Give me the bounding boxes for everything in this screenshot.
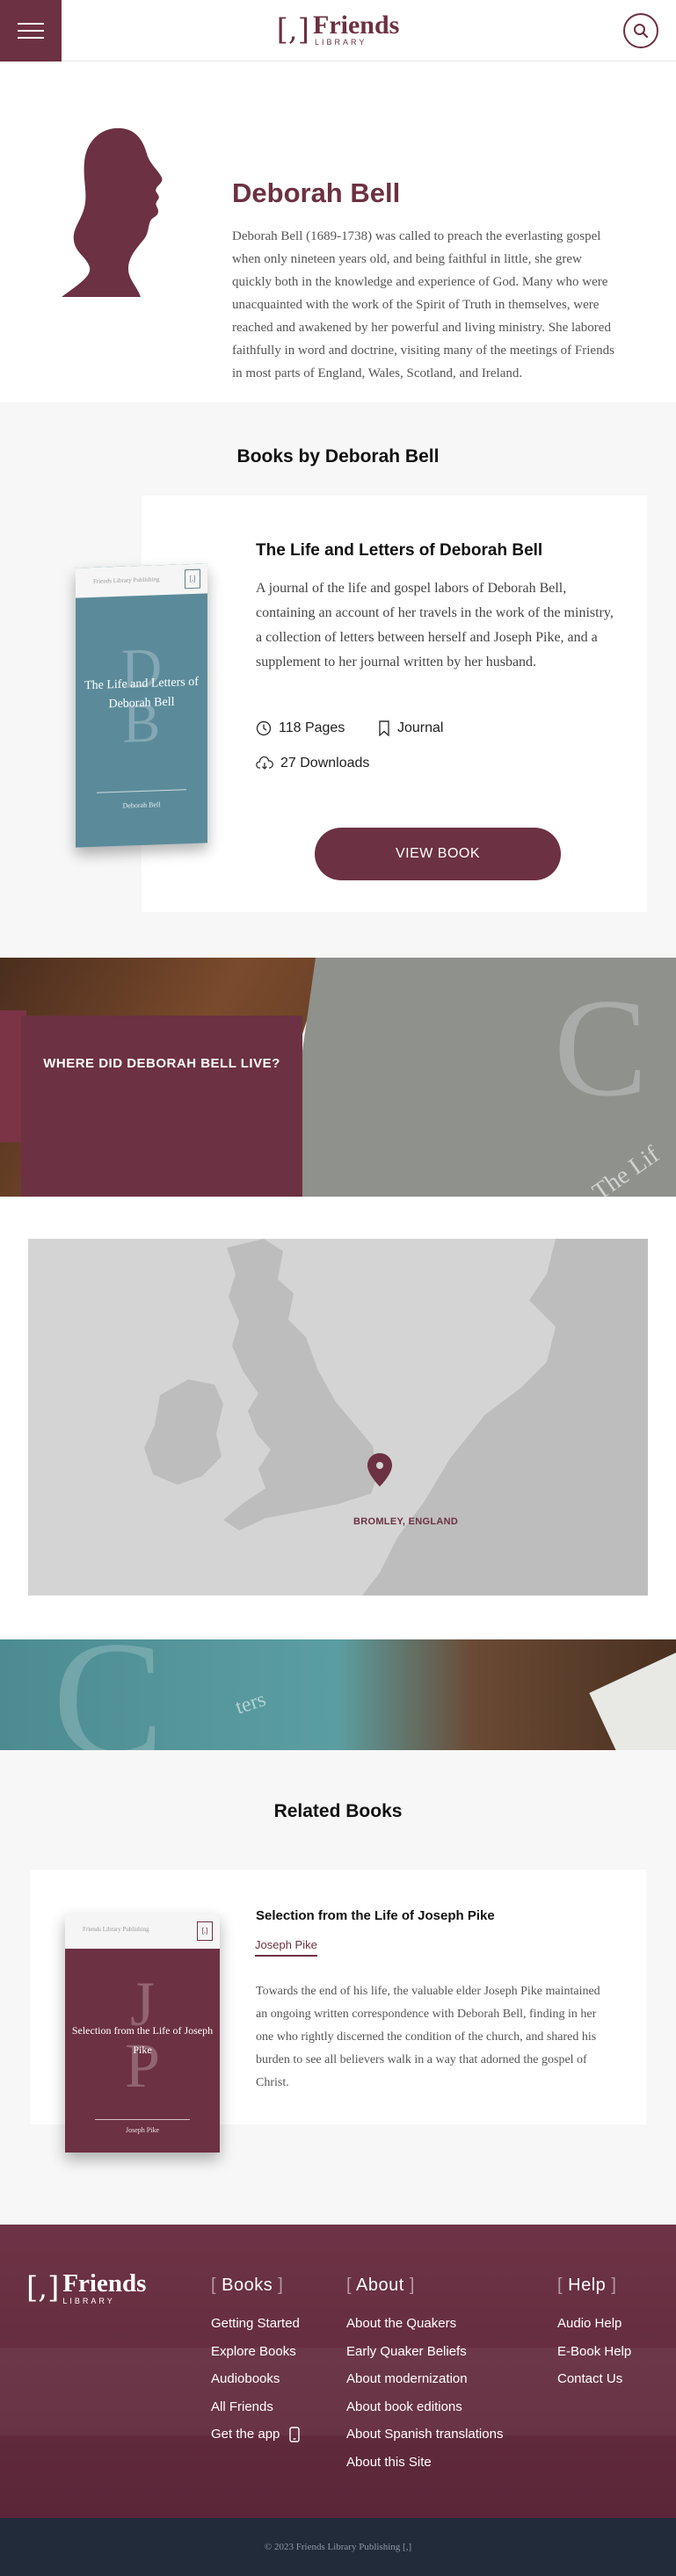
copyright-bar: © 2023 Friends Library Publishing [,]: [0, 2518, 676, 2576]
site-logo[interactable]: [,] Friends LIBRARY: [277, 12, 400, 47]
footer-link[interactable]: About book editions: [346, 2393, 503, 2421]
cover-title: Selection from the Life of Joseph Pike: [71, 2024, 214, 2056]
book-type-label: Journal: [397, 720, 444, 735]
footer-logo[interactable]: [,] Friends LIBRARY: [26, 2270, 146, 2305]
logo-bracket-icon: [,]: [276, 11, 309, 47]
teal-banner-letter: C: [53, 1639, 164, 1750]
author-name: Deborah Bell: [232, 177, 401, 208]
author-section: Deborah Bell Deborah Bell (1689-1738) wa…: [0, 62, 676, 402]
related-section-title: Related Books: [273, 1801, 403, 1821]
footer-column-heading: [ Books ]: [211, 2276, 284, 2295]
cover-author: Deborah Bell: [122, 800, 161, 810]
map-landmass-icon: [28, 1239, 648, 1596]
hamburger-menu-button[interactable]: [0, 0, 62, 62]
footer-link[interactable]: All Friends: [211, 2393, 300, 2421]
footer-link[interactable]: About modernization: [346, 2365, 503, 2393]
teal-banner-text: ters: [232, 1688, 269, 1719]
phone-icon: [288, 2427, 300, 2442]
book-downloads: 27 Downloads: [256, 756, 369, 771]
footer-link[interactable]: About this Site: [346, 2449, 503, 2477]
logo-word: Friends: [313, 11, 400, 40]
footer-link[interactable]: Contact Us: [557, 2365, 631, 2393]
footer-logo-word: Friends: [62, 2268, 147, 2297]
logo-subword: LIBRARY: [315, 38, 367, 47]
book-pages: 118 Pages: [256, 720, 345, 736]
footer-column-heading: [ About ]: [346, 2276, 415, 2295]
footer-link[interactable]: About the Quakers: [346, 2310, 503, 2338]
book-downloads-label: 27 Downloads: [280, 756, 370, 771]
location-heading: WHERE DID DEBORAH BELL LIVE?: [43, 1056, 280, 1071]
footer-logo-subword: LIBRARY: [62, 2296, 115, 2305]
footer-column-help: [ Help ] Audio Help E-Book Help Contact …: [557, 2276, 631, 2393]
book-cover[interactable]: Friends Library Publishing [,] DB The Li…: [76, 563, 207, 848]
related-banner: C ters: [0, 1639, 676, 1750]
map-pin-label: BROMLEY, ENGLAND: [353, 1516, 459, 1527]
cover-logo-icon: [,]: [185, 568, 200, 590]
related-book-description: Towards the end of his life, the valuabl…: [256, 1985, 600, 2089]
footer-link[interactable]: Audio Help: [557, 2310, 631, 2338]
banner-letter: C: [554, 969, 648, 1125]
footer-column-heading: [ Help ]: [557, 2276, 617, 2295]
footer-link[interactable]: Audiobooks: [211, 2365, 300, 2393]
books-section-title: Books by Deborah Bell: [236, 446, 440, 467]
book-pages-label: 118 Pages: [279, 720, 345, 735]
search-button[interactable]: [623, 13, 658, 48]
author-silhouette-icon: [62, 127, 163, 297]
related-book-cover[interactable]: Friends Library Publishing [,] JP Select…: [65, 1914, 220, 2153]
menu-line-icon: [18, 23, 44, 25]
footer-link[interactable]: E-Book Help: [557, 2338, 631, 2366]
cloud-download-icon: [256, 756, 273, 770]
related-book-author-link[interactable]: Joseph Pike: [255, 1938, 317, 1957]
book-type: Journal: [378, 720, 443, 736]
location-map[interactable]: [28, 1239, 648, 1596]
menu-line-icon: [18, 37, 44, 39]
footer-link[interactable]: Early Quaker Beliefs: [346, 2338, 503, 2366]
footer-column-about: [ About ] About the Quakers Early Quaker…: [346, 2276, 503, 2476]
site-footer: [,] Friends LIBRARY [ Books ] Getting St…: [0, 2225, 676, 2520]
cover-divider: [97, 789, 186, 793]
cover-divider: [95, 2119, 190, 2120]
menu-line-icon: [18, 30, 44, 32]
book-title[interactable]: The Life and Letters of Deborah Bell: [256, 541, 542, 561]
footer-link-get-app[interactable]: Get the app: [211, 2420, 300, 2449]
related-book-title[interactable]: Selection from the Life of Joseph Pike: [256, 1908, 495, 1923]
location-heading-box: WHERE DID DEBORAH BELL LIVE?: [21, 1016, 302, 1226]
site-header: [,] Friends LIBRARY: [0, 0, 676, 62]
search-icon: [634, 24, 649, 39]
book-description: A journal of the life and gospel labors …: [256, 581, 614, 669]
footer-link[interactable]: About Spanish translations: [346, 2420, 503, 2449]
author-bio: Deborah Bell (1689-1738) was called to p…: [232, 229, 614, 380]
cover-logo-icon: [,]: [197, 1921, 213, 1941]
cover-title: The Life and Letters of Deborah Bell: [84, 675, 199, 712]
cover-author: Joseph Pike: [126, 2126, 159, 2134]
footer-logo-bracket-icon: [,]: [26, 2270, 60, 2305]
map-section: [0, 1197, 676, 1639]
view-book-button[interactable]: VIEW BOOK: [315, 828, 561, 880]
teal-banner-book: [589, 1648, 676, 1750]
clock-icon: [256, 720, 272, 736]
footer-column-books: [ Books ] Getting Started Explore Books …: [211, 2276, 300, 2449]
bookmark-icon: [379, 720, 389, 736]
footer-link[interactable]: Getting Started: [211, 2310, 300, 2338]
footer-link[interactable]: Explore Books: [211, 2338, 300, 2366]
